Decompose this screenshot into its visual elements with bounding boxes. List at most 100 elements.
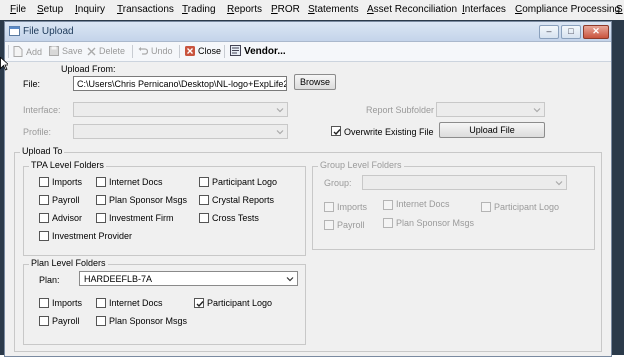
file-path-input[interactable]: C:\Users\Chris Pernicano\Desktop\NL-logo… xyxy=(73,76,287,91)
save-icon xyxy=(49,46,59,56)
tpa-crystal-reports-checkbox[interactable] xyxy=(199,195,209,205)
upload-to-group: Upload To TPA Level Folders Imports Inte… xyxy=(14,146,602,352)
toolbar-separator xyxy=(179,45,180,58)
plan-level-folders-group: Plan Level Folders Plan: HARDEEFLB-7A Im… xyxy=(23,258,306,345)
report-subfolder-combo[interactable] xyxy=(436,102,545,117)
tpa-internet-docs-label: Internet Docs xyxy=(109,177,163,187)
mouse-cursor-icon xyxy=(0,57,8,71)
toolbar: Add Save Delete Undo Close Vendor... xyxy=(5,42,611,62)
content-panel: Upload From: File: C:\Users\Chris Pernic… xyxy=(5,62,611,356)
tpa-level-folders-group: TPA Level Folders Imports Internet Docs … xyxy=(23,160,306,256)
plan-payroll-checkbox[interactable] xyxy=(39,316,49,326)
tpa-investment-provider-checkbox[interactable] xyxy=(39,231,49,241)
group-internet-docs-label: Internet Docs xyxy=(396,199,450,209)
undo-label: Undo xyxy=(151,46,173,56)
profile-label: Profile: xyxy=(23,127,52,137)
plan-plan-sponsor-msgs-checkbox[interactable] xyxy=(96,316,106,326)
group-plan-sponsor-msgs-label: Plan Sponsor Msgs xyxy=(396,218,475,228)
tpa-cross-tests-checkbox[interactable] xyxy=(199,213,209,223)
plan-combo-value: HARDEEFLB-7A xyxy=(84,274,153,284)
tpa-imports-label: Imports xyxy=(52,177,83,187)
close-window-button[interactable]: ✕ xyxy=(583,25,609,39)
title-bar[interactable]: File Upload – □ ✕ xyxy=(5,22,611,42)
delete-button[interactable]: Delete xyxy=(87,46,125,56)
group-combo[interactable] xyxy=(362,175,567,190)
close-label: Close xyxy=(198,46,222,56)
plan-imports-checkbox[interactable] xyxy=(39,298,49,308)
menu-pror[interactable]: PROR xyxy=(271,4,300,15)
add-icon xyxy=(13,46,23,57)
interface-label: Interface: xyxy=(23,105,61,115)
tpa-investment-firm-checkbox[interactable] xyxy=(96,213,106,223)
plan-payroll-label: Payroll xyxy=(52,316,80,326)
toolbar-separator xyxy=(224,45,225,58)
group-payroll-label: Payroll xyxy=(337,220,365,230)
tpa-advisor-label: Advisor xyxy=(52,213,83,223)
report-subfolder-label: Report Subfolder xyxy=(366,105,435,115)
vendor-button[interactable]: Vendor... xyxy=(230,45,286,57)
undo-icon xyxy=(138,47,148,55)
add-button[interactable]: Add xyxy=(13,46,42,57)
tpa-payroll-checkbox[interactable] xyxy=(39,195,49,205)
plan-plan-sponsor-msgs-label: Plan Sponsor Msgs xyxy=(109,316,188,326)
interface-combo[interactable] xyxy=(73,102,288,117)
checkmark-icon xyxy=(333,129,341,136)
toolbar-separator xyxy=(132,45,133,58)
group-payroll-checkbox[interactable] xyxy=(324,220,334,230)
plan-label: Plan: xyxy=(39,275,60,285)
group-internet-docs-checkbox[interactable] xyxy=(383,200,393,210)
overwrite-label[interactable]: Overwrite Existing File xyxy=(344,127,434,137)
plan-participant-logo-checkbox[interactable] xyxy=(194,298,204,308)
menu-asset-reconciliation[interactable]: Asset Reconciliation xyxy=(367,4,457,15)
vendor-label: Vendor... xyxy=(244,46,286,57)
chevron-down-icon xyxy=(533,108,541,113)
tpa-internet-docs-checkbox[interactable] xyxy=(96,177,106,187)
overwrite-checkbox[interactable] xyxy=(331,126,341,136)
maximize-button[interactable]: □ xyxy=(561,25,581,39)
save-label: Save xyxy=(62,46,83,56)
menu-statements[interactable]: Statements xyxy=(308,4,359,15)
menu-inquiry[interactable]: Inquiry xyxy=(75,4,105,15)
profile-combo[interactable] xyxy=(73,124,288,139)
menu-trading[interactable]: Trading xyxy=(182,4,216,15)
tpa-advisor-checkbox[interactable] xyxy=(39,213,49,223)
menu-s[interactable]: S xyxy=(616,4,623,15)
minimize-button[interactable]: – xyxy=(539,25,559,39)
plan-imports-label: Imports xyxy=(52,298,83,308)
tpa-participant-logo-checkbox[interactable] xyxy=(199,177,209,187)
group-participant-logo-label: Participant Logo xyxy=(494,202,560,212)
close-icon xyxy=(185,46,195,56)
tpa-crystal-reports-label: Crystal Reports xyxy=(212,195,275,205)
plan-participant-logo-label: Participant Logo xyxy=(207,298,273,308)
plan-combo[interactable]: HARDEEFLB-7A xyxy=(79,271,298,286)
menu-reports[interactable]: Reports xyxy=(227,4,262,15)
plan-internet-docs-checkbox[interactable] xyxy=(96,298,106,308)
tpa-participant-logo-label: Participant Logo xyxy=(212,177,278,187)
menu-interfaces[interactable]: Interfaces xyxy=(462,4,506,15)
upload-file-button[interactable]: Upload File xyxy=(439,122,545,138)
tpa-imports-checkbox[interactable] xyxy=(39,177,49,187)
undo-button[interactable]: Undo xyxy=(138,46,173,56)
menu-file[interactable]: File xyxy=(10,4,26,15)
group-plan-sponsor-msgs-checkbox[interactable] xyxy=(383,218,393,228)
vendor-icon xyxy=(230,45,241,56)
menu-setup[interactable]: Setup xyxy=(37,4,63,15)
save-button[interactable]: Save xyxy=(49,46,83,56)
chevron-down-icon xyxy=(276,130,284,135)
delete-icon xyxy=(87,47,96,56)
group-label: Group: xyxy=(324,178,352,188)
tpa-plan-sponsor-msgs-checkbox[interactable] xyxy=(96,195,106,205)
menu-compliance-processing[interactable]: Compliance Processing xyxy=(515,4,620,15)
toolbar-grip xyxy=(8,45,9,58)
group-imports-checkbox[interactable] xyxy=(324,202,334,212)
browse-button[interactable]: Browse xyxy=(294,74,336,90)
menu-transactions[interactable]: Transactions xyxy=(117,4,174,15)
file-label: File: xyxy=(23,79,41,89)
chevron-down-icon xyxy=(555,181,563,186)
group-participant-logo-checkbox[interactable] xyxy=(481,202,491,212)
tpa-investment-firm-label: Investment Firm xyxy=(109,213,174,223)
close-button[interactable]: Close xyxy=(185,46,221,56)
window-icon xyxy=(9,26,20,36)
window-title: File Upload xyxy=(23,26,74,37)
add-label: Add xyxy=(26,47,43,57)
